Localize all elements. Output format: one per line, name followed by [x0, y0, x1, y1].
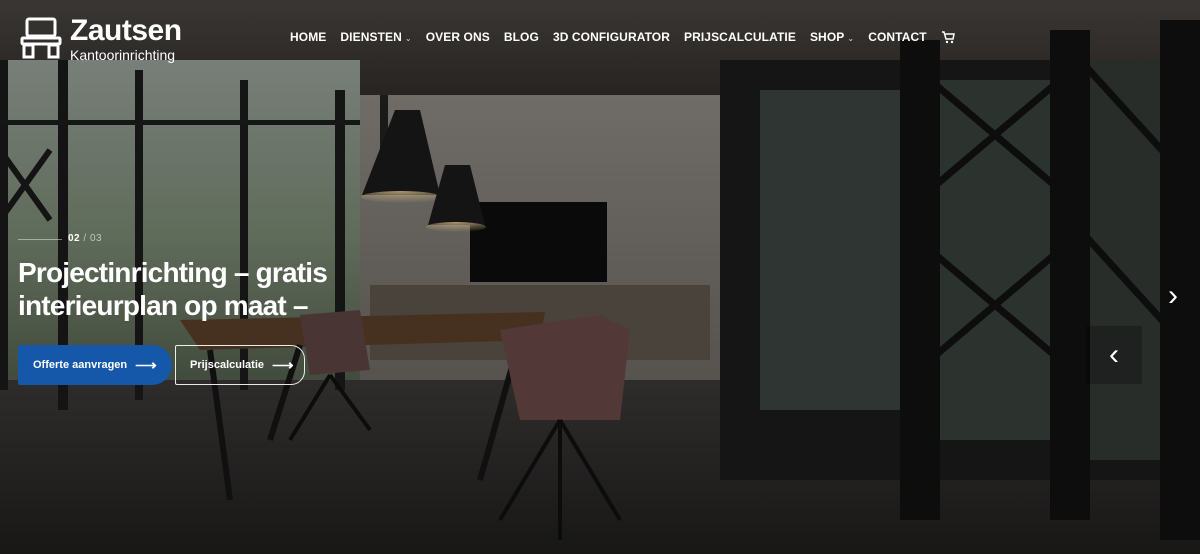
nav-item-shop[interactable]: SHOP ⌄ [810, 30, 854, 44]
nav-item-blog[interactable]: BLOG [504, 30, 539, 44]
nav-label: OVER ONS [425, 30, 490, 44]
chevron-down-icon: ⌄ [404, 33, 412, 43]
arrow-right-icon: ⟶ [272, 356, 294, 374]
main-navigation: HOME DIENSTEN ⌄ OVER ONS BLOG 3D CONFIGUR… [290, 30, 955, 44]
slide-total: 03 [89, 233, 103, 244]
slide-heading: Projectinrichting – gratis interieurplan… [18, 257, 328, 321]
previous-slide-button[interactable]: ‹ [1086, 326, 1142, 384]
nav-label: DIENSTEN [340, 30, 402, 44]
desk-logo-icon [20, 17, 62, 59]
price-calculation-label: Prijscalculatie [190, 359, 264, 371]
nav-label: BLOG [503, 30, 539, 44]
nav-label: SHOP [809, 30, 845, 44]
slide-counter-line [18, 239, 62, 240]
chevron-right-icon: › [1168, 279, 1178, 312]
nav-item-diensten[interactable]: DIENSTEN ⌄ [340, 30, 411, 44]
slide-counter: 02 / 03 [68, 233, 102, 244]
nav-item-contact[interactable]: CONTACT [868, 30, 926, 44]
slide-current: 02 [68, 233, 81, 244]
nav-label: CONTACT [868, 30, 927, 44]
cart-button[interactable] [941, 30, 955, 44]
arrow-right-icon: ⟶ [135, 356, 157, 374]
nav-label: HOME [290, 30, 327, 44]
next-slide-button[interactable]: › [1146, 268, 1200, 324]
brand-logo[interactable]: Zautsen Kantoorinrichting [18, 16, 182, 63]
chevron-left-icon: ‹ [1109, 338, 1119, 371]
nav-item-home[interactable]: HOME [290, 30, 326, 44]
nav-item-prijscalculatie[interactable]: PRIJSCALCULATIE [684, 30, 796, 44]
nav-label: PRIJSCALCULATIE [684, 30, 796, 44]
slide-separator: / [83, 233, 87, 244]
cart-icon [941, 31, 955, 44]
nav-item-over-ons[interactable]: OVER ONS [426, 30, 490, 44]
brand-name: Zautsen [70, 14, 182, 47]
quote-request-label: Offerte aanvragen [33, 359, 128, 371]
chevron-down-icon: ⌄ [847, 33, 855, 43]
nav-item-3d-configurator[interactable]: 3D CONFIGURATOR [553, 30, 670, 44]
nav-label: 3D CONFIGURATOR [552, 30, 670, 44]
quote-request-button[interactable]: Offerte aanvragen ⟶ [18, 345, 172, 385]
price-calculation-button[interactable]: Prijscalculatie ⟶ [175, 345, 305, 385]
brand-tagline: Kantoorinrichting [70, 47, 176, 63]
